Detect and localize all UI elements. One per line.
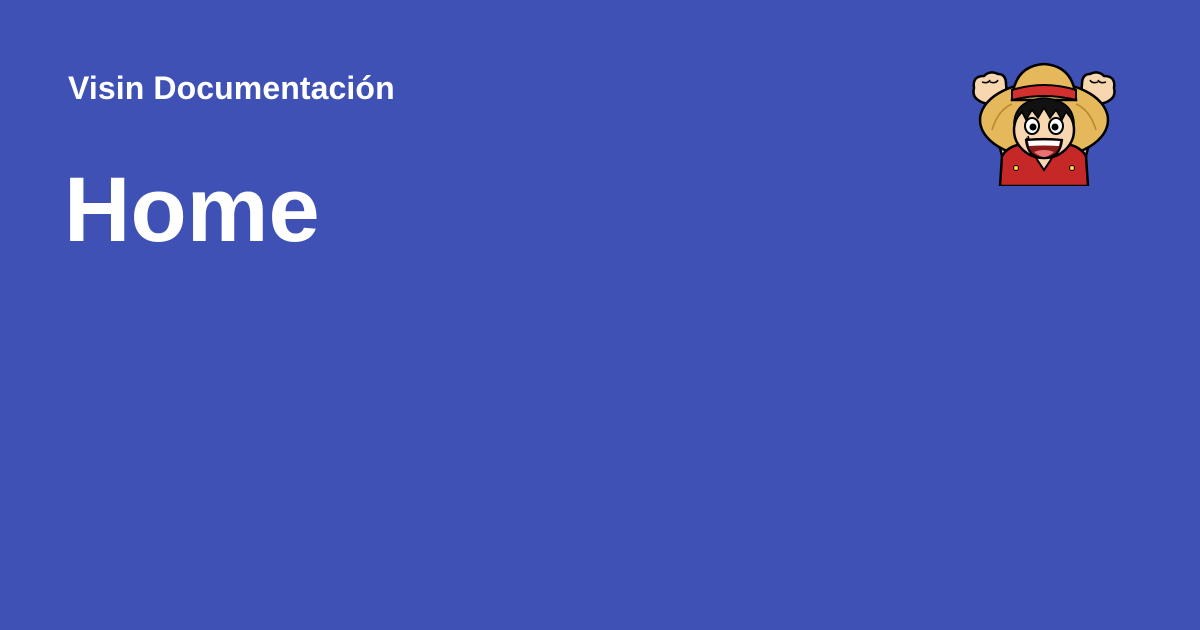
page-title: Home (64, 159, 320, 261)
straw-hat-character-logo-icon (968, 60, 1120, 186)
social-card: Visin Documentación Home (0, 0, 1200, 630)
site-name: Visin Documentación (68, 70, 395, 106)
